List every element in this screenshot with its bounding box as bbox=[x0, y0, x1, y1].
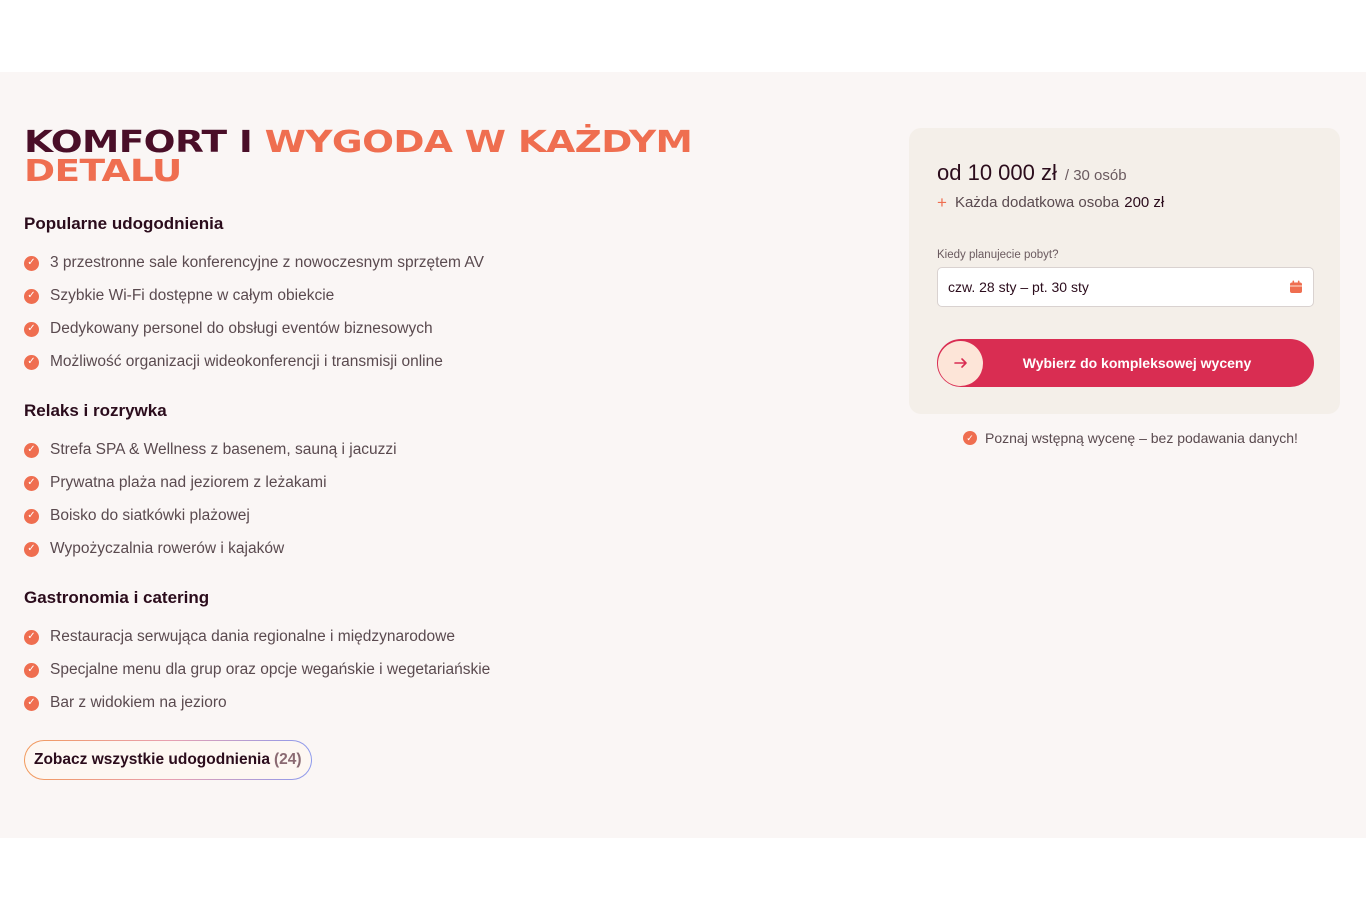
list-item: ✓ 3 przestronne sale konferencyjne z now… bbox=[24, 254, 484, 272]
check-circle-icon: ✓ bbox=[24, 629, 39, 645]
request-quote-label: Wybierz do kompleksowej wyceny bbox=[1022, 355, 1252, 371]
extra-person-price: 200 zł bbox=[1124, 194, 1165, 211]
list-item: ✓ Szybkie Wi-Fi dostępne w całym obiekci… bbox=[24, 287, 334, 305]
amenities-section: KOMFORT I WYGODA W KAŻDYM DETALU Popular… bbox=[0, 72, 1366, 838]
list-item-label: Dedykowany personel do obsługi eventów b… bbox=[50, 320, 433, 337]
price: od 10 000 zł bbox=[937, 160, 1057, 185]
extra-person-label: Każda dodatkowa osoba bbox=[954, 194, 1120, 211]
list-item: ✓ Wypożyczalnia rowerów i kajaków bbox=[24, 540, 284, 558]
list-item-label: Możliwość organizacji wideokonferencji i… bbox=[50, 353, 443, 370]
quote-note: ✓ Poznaj wstępną wycenę – bez podawania … bbox=[963, 430, 1298, 446]
list-item-label: Boisko do siatkówki plażowej bbox=[50, 507, 250, 524]
list-item-label: Bar z widokiem na jezioro bbox=[50, 694, 227, 711]
show-all-amenities-button[interactable]: Zobacz wszystkie udogodnienia (24) bbox=[24, 740, 312, 780]
price-per-persons: / 30 osób bbox=[1064, 167, 1127, 184]
group-title-popular: Popularne udogodnienia bbox=[24, 214, 224, 233]
check-circle-icon: ✓ bbox=[24, 475, 39, 491]
check-circle-icon: ✓ bbox=[963, 431, 977, 445]
check-circle-icon: ✓ bbox=[24, 541, 39, 557]
price-row: od 10 000 zł / 30 osób bbox=[937, 160, 1127, 186]
list-item: ✓ Boisko do siatkówki plażowej bbox=[24, 507, 250, 525]
check-circle-icon: ✓ bbox=[24, 508, 39, 524]
check-circle-icon: ✓ bbox=[24, 442, 39, 458]
headline-accent-part-2: DETALU bbox=[24, 154, 182, 189]
list-item-label: Wypożyczalnia rowerów i kajaków bbox=[50, 540, 285, 557]
list-item: ✓ Restauracja serwująca dania regionalne… bbox=[24, 628, 455, 646]
date-range-value: czw. 28 sty – pt. 30 sty bbox=[948, 279, 1089, 295]
list-item-label: 3 przestronne sale konferencyjne z nowoc… bbox=[50, 254, 484, 271]
check-circle-icon: ✓ bbox=[24, 662, 39, 678]
quote-note-text: Poznaj wstępną wycenę – bez podawania da… bbox=[985, 430, 1298, 446]
date-range-picker[interactable]: czw. 28 sty – pt. 30 sty bbox=[937, 267, 1314, 307]
check-circle-icon: ✓ bbox=[24, 695, 39, 711]
calendar-icon bbox=[1290, 280, 1302, 293]
headline-accent-part-1: WYGODA W KAŻDYM bbox=[264, 125, 693, 160]
amenities-count: (24) bbox=[273, 751, 302, 768]
check-circle-icon: ✓ bbox=[24, 255, 39, 271]
amenities-column: KOMFORT I WYGODA W KAŻDYM DETALU Popular… bbox=[24, 125, 724, 779]
check-circle-icon: ✓ bbox=[24, 288, 39, 304]
extra-person-row: + Każda dodatkowa osoba 200 zł bbox=[937, 194, 1164, 211]
check-circle-icon: ✓ bbox=[24, 354, 39, 370]
list-item: ✓ Bar z widokiem na jezioro bbox=[24, 694, 227, 712]
list-item: ✓ Specjalne menu dla grup oraz opcje weg… bbox=[24, 661, 490, 679]
group-title-gastronomy: Gastronomia i catering bbox=[24, 588, 210, 607]
request-quote-button[interactable]: Wybierz do kompleksowej wyceny bbox=[937, 339, 1314, 387]
date-field-label: Kiedy planujecie pobyt? bbox=[937, 249, 1059, 261]
list-item-label: Szybkie Wi-Fi dostępne w całym obiekcie bbox=[50, 287, 335, 304]
booking-card: od 10 000 zł / 30 osób + Każda dodatkowa… bbox=[909, 128, 1340, 414]
list-item: ✓ Możliwość organizacji wideokonferencji… bbox=[24, 353, 443, 371]
list-item: ✓ Dedykowany personel do obsługi eventów… bbox=[24, 320, 433, 338]
list-item-label: Restauracja serwująca dania regionalne i… bbox=[50, 628, 455, 645]
plus-icon: + bbox=[937, 193, 947, 212]
arrow-right-icon bbox=[938, 340, 983, 386]
check-circle-icon: ✓ bbox=[24, 321, 39, 337]
section-headline: KOMFORT I WYGODA W KAŻDYM DETALU bbox=[24, 125, 699, 189]
list-item: ✓ Prywatna plaża nad jeziorem z leżakami bbox=[24, 474, 327, 492]
list-item-label: Prywatna plaża nad jeziorem z leżakami bbox=[50, 474, 327, 491]
list-item-label: Strefa SPA & Wellness z basenem, sauną i… bbox=[50, 441, 397, 458]
group-title-relax: Relaks i rozrywka bbox=[24, 401, 167, 420]
list-item: ✓ Strefa SPA & Wellness z basenem, sauną… bbox=[24, 441, 397, 459]
show-all-label: Zobacz wszystkie udogodnienia bbox=[34, 751, 270, 768]
list-item-label: Specjalne menu dla grup oraz opcje wegań… bbox=[50, 661, 491, 678]
